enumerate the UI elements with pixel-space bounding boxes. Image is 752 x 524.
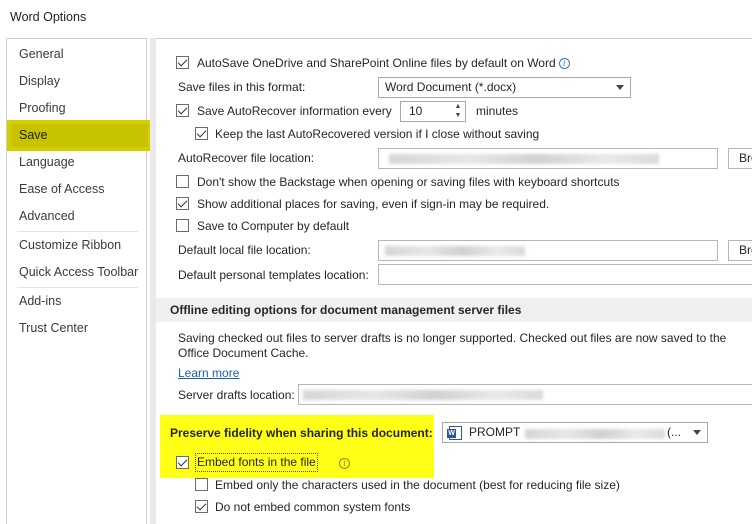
do-not-embed-common-label: Do not embed common system fonts <box>215 500 411 514</box>
redacted-path <box>389 154 659 164</box>
options-sidebar: General Display Proofing Save Language E… <box>6 38 152 524</box>
dropdown-arrow-icon <box>693 430 701 435</box>
keep-last-label: Keep the last AutoRecovered version if I… <box>215 127 540 141</box>
do-not-embed-common-row: Do not embed common system fonts <box>195 497 495 517</box>
default-local-field[interactable] <box>378 240 718 261</box>
embed-fonts-checkbox[interactable] <box>176 456 189 469</box>
sidebar-item-customize-ribbon[interactable]: Customize Ribbon <box>7 234 146 256</box>
autorecover-row: Save AutoRecover information every <box>176 101 416 121</box>
embed-only-used-row: Embed only the characters used in the do… <box>195 475 715 495</box>
autorecover-minutes-spinner[interactable]: 10 ▲ ▼ <box>400 101 466 122</box>
save-format-dropdown[interactable]: Word Document (*.docx) <box>378 77 631 98</box>
server-drafts-field[interactable] <box>298 384 752 405</box>
default-templates-field[interactable] <box>378 264 752 285</box>
fidelity-document-dropdown[interactable]: PROMPT (... <box>442 422 708 443</box>
autosave-checkbox[interactable] <box>176 56 189 69</box>
show-additional-checkbox[interactable] <box>176 197 189 210</box>
sidebar-item-quick-access-toolbar[interactable]: Quick Access Toolbar <box>7 261 146 283</box>
offline-section-header: Offline editing options for document man… <box>156 298 752 322</box>
autorecover-location-field[interactable] <box>378 148 718 169</box>
autorecover-label: Save AutoRecover information every <box>197 104 392 118</box>
minutes-label: minutes <box>476 104 519 118</box>
show-additional-row: Show additional places for saving, even … <box>176 194 736 214</box>
do-not-embed-common-checkbox[interactable] <box>195 500 208 513</box>
dont-show-backstage-checkbox[interactable] <box>176 175 189 188</box>
keep-last-row: Keep the last AutoRecovered version if I… <box>195 124 715 144</box>
sidebar-divider <box>17 287 138 288</box>
keep-last-checkbox[interactable] <box>195 127 208 140</box>
default-local-label: Default local file location: <box>178 243 311 257</box>
autorecover-minutes-value: 10 <box>409 104 423 118</box>
autosave-row: AutoSave OneDrive and SharePoint Online … <box>176 53 736 73</box>
autorecover-checkbox[interactable] <box>176 104 189 117</box>
learn-more-link[interactable]: Learn more <box>178 366 239 380</box>
sidebar-item-trust-center[interactable]: Trust Center <box>7 317 146 339</box>
save-options-panel: AutoSave OneDrive and SharePoint Online … <box>150 38 752 524</box>
sidebar-item-display[interactable]: Display <box>7 70 146 92</box>
fidelity-header: Preserve fidelity when sharing this docu… <box>170 426 433 440</box>
embed-fonts-label: Embed fonts in the file <box>195 453 318 472</box>
save-format-value: Word Document (*.docx) <box>385 80 517 94</box>
default-templates-label: Default personal templates location: <box>178 268 369 282</box>
redacted-document-name <box>525 429 665 439</box>
sidebar-divider <box>17 231 138 232</box>
embed-fonts-row: Embed fonts in the file i <box>176 453 376 473</box>
dont-show-backstage-row: Don't show the Backstage when opening or… <box>176 172 736 192</box>
save-to-computer-label: Save to Computer by default <box>197 219 350 233</box>
info-icon[interactable]: i <box>558 58 570 69</box>
default-local-browse-button[interactable]: Browse... <box>728 240 752 261</box>
spin-up-icon[interactable]: ▲ <box>454 103 462 111</box>
spin-down-icon[interactable]: ▼ <box>454 112 462 120</box>
autorecover-browse-button[interactable]: Browse... <box>728 148 752 169</box>
dont-show-backstage-label: Don't show the Backstage when opening or… <box>197 175 620 189</box>
window-title: Word Options <box>10 10 87 24</box>
scrollbar[interactable] <box>150 38 156 524</box>
title-bar: Word Options <box>0 0 752 34</box>
save-to-computer-row: Save to Computer by default <box>176 216 476 236</box>
word-document-icon <box>447 426 462 440</box>
save-format-label: Save files in this format: <box>178 80 306 94</box>
redacted-path <box>385 246 525 256</box>
info-icon[interactable]: i <box>339 458 350 469</box>
redacted-path <box>303 390 543 400</box>
embed-only-used-label: Embed only the characters used in the do… <box>215 478 620 492</box>
sidebar-item-add-ins[interactable]: Add-ins <box>7 290 146 312</box>
sidebar-item-language[interactable]: Language <box>7 151 146 173</box>
sidebar-item-proofing[interactable]: Proofing <box>7 97 146 119</box>
offline-description: Saving checked out files to server draft… <box>178 331 727 360</box>
save-to-computer-checkbox[interactable] <box>176 219 189 232</box>
dropdown-arrow-icon <box>616 85 624 90</box>
show-additional-label: Show additional places for saving, even … <box>197 197 550 211</box>
sidebar-item-general[interactable]: General <box>7 43 146 65</box>
sidebar-item-save[interactable]: Save <box>7 124 146 146</box>
autosave-label: AutoSave OneDrive and SharePoint Online … <box>197 56 556 70</box>
embed-only-used-checkbox[interactable] <box>195 478 208 491</box>
autorecover-location-label: AutoRecover file location: <box>178 151 315 165</box>
fidelity-document-value: PROMPT <box>469 425 521 439</box>
sidebar-item-ease-of-access[interactable]: Ease of Access <box>7 178 146 200</box>
sidebar-item-advanced[interactable]: Advanced <box>7 205 146 227</box>
server-drafts-label: Server drafts location: <box>178 388 295 402</box>
